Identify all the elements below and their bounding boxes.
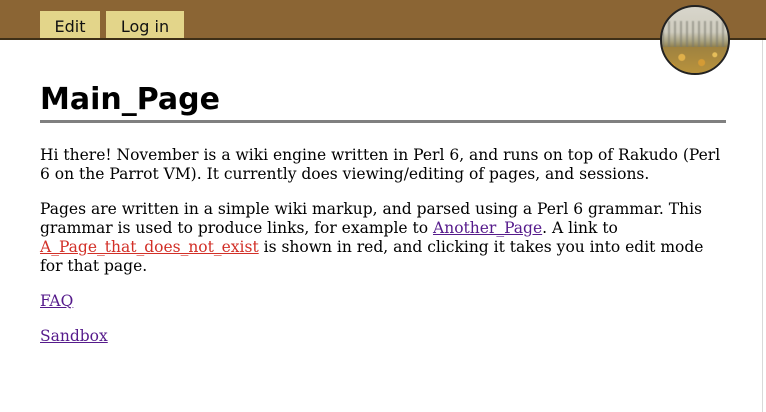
markup-paragraph: Pages are written in a simple wiki marku… — [40, 200, 730, 276]
another-page-link[interactable]: Another_Page — [433, 219, 542, 237]
forest-logo-icon — [660, 5, 730, 75]
page-title: Main_Page — [40, 80, 726, 123]
sandbox-paragraph: Sandbox — [40, 327, 726, 346]
header-bar: Edit Log in — [0, 0, 766, 40]
missing-page-link[interactable]: A_Page_that_does_not_exist — [40, 238, 259, 256]
logo-leaves — [662, 47, 728, 73]
tab-edit[interactable]: Edit — [40, 11, 100, 38]
intro-paragraph: Hi there! November is a wiki engine writ… — [40, 146, 721, 183]
main-content: Main_Page Hi there! November is a wiki e… — [40, 80, 726, 346]
faq-link[interactable]: FAQ — [40, 292, 73, 310]
sandbox-link[interactable]: Sandbox — [40, 327, 108, 345]
faq-paragraph: FAQ — [40, 292, 726, 311]
markup-text-middle: . A link to — [542, 219, 618, 237]
tab-log-in[interactable]: Log in — [106, 11, 184, 38]
logo-trees — [662, 21, 728, 47]
page-edge-divider — [762, 40, 763, 412]
